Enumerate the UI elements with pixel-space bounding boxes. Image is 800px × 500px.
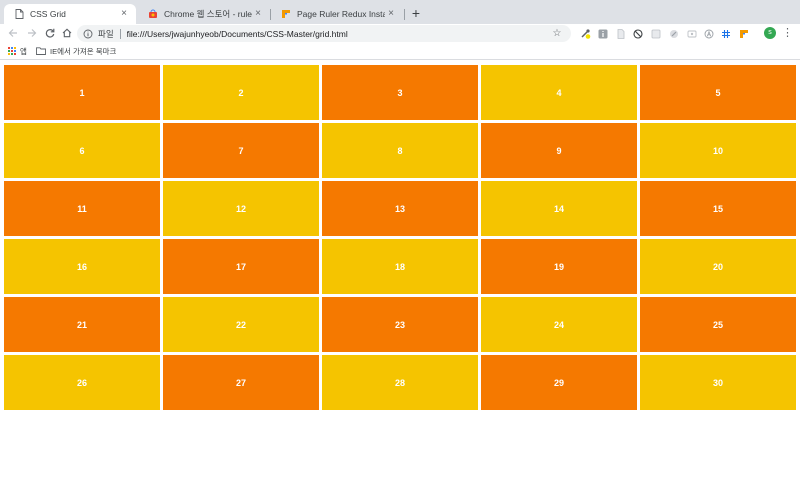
home-icon [62,28,72,38]
tab-chrome-web-store[interactable]: Chrome 웹 스토어 - ruler × [138,4,270,24]
toggle-extension-icon[interactable] [668,28,679,39]
grid-item: 28 [322,355,478,410]
window-extension-icon[interactable] [686,28,697,39]
url-text[interactable]: file:///Users/jwajunhyeob/Documents/CSS-… [127,29,551,39]
css-grid-container: 1 2 3 4 5 6 7 8 9 10 11 12 13 14 15 16 17 18 19 20 21 22 23 24 2… [4,65,796,410]
tab-close-icon[interactable]: × [252,8,264,20]
grid-item: 6 [4,123,160,178]
info-icon[interactable] [83,29,93,39]
reload-button[interactable] [42,25,58,41]
grid-item: 15 [640,181,796,236]
grid-item: 27 [163,355,319,410]
circle-a-extension-icon[interactable] [703,28,714,39]
grid-item: 21 [4,297,160,352]
document-icon [14,9,24,19]
tab-close-icon[interactable]: × [118,8,130,20]
blocked-extension-icon[interactable] [632,28,643,39]
grid-item: 30 [640,355,796,410]
grid-item: 24 [481,297,637,352]
page-ruler-extension-icon[interactable] [738,28,749,39]
folder-icon [36,47,46,55]
grid-item: 9 [481,123,637,178]
tab-separator [404,9,405,20]
color-picker-extension-icon[interactable] [580,28,591,39]
grid-item: 25 [640,297,796,352]
grid-item: 4 [481,65,637,120]
tab-title: CSS Grid [30,9,66,19]
forward-arrow-icon [28,29,37,37]
tab-page-ruler[interactable]: Page Ruler Redux Installed × [271,4,403,24]
apps-grid-icon [8,47,16,55]
tab-title: Page Ruler Redux Installed [297,9,385,19]
page-viewport: 1 2 3 4 5 6 7 8 9 10 11 12 13 14 15 16 17 18 19 20 21 22 23 24 2… [0,61,800,500]
address-bar[interactable]: 파일 file:///Users/jwajunhyeob/Documents/C… [77,25,571,42]
grid-item: 18 [322,239,478,294]
grid-item: 10 [640,123,796,178]
grid-item: 2 [163,65,319,120]
back-button[interactable] [5,25,21,41]
grid-item: 14 [481,181,637,236]
profile-avatar[interactable]: s [764,27,776,39]
bookmarks-bar: 앱 IE에서 가져온 북마크 [0,43,800,60]
grid-item: 1 [4,65,160,120]
tab-close-icon[interactable]: × [385,8,397,20]
grid-item: 19 [481,239,637,294]
tab-strip: CSS Grid × Chrome 웹 스토어 - ruler × Page R… [0,0,800,24]
page-ruler-icon [281,9,291,19]
grid-item: 12 [163,181,319,236]
bookmark-apps[interactable]: 앱 [8,45,27,57]
bookmark-star-icon[interactable]: ☆ [551,28,563,39]
info-extension-icon[interactable] [597,28,608,39]
grid-item: 11 [4,181,160,236]
grid-item: 5 [640,65,796,120]
bookmark-ie-folder[interactable]: IE에서 가져온 북마크 [36,45,116,57]
address-divider [119,28,121,39]
chrome-web-store-icon [148,9,158,19]
grid-item: 23 [322,297,478,352]
grid-item: 17 [163,239,319,294]
grid-item: 16 [4,239,160,294]
square-extension-icon[interactable] [650,28,661,39]
scheme-label: 파일 [98,28,114,39]
grid-hash-extension-icon[interactable] [720,28,731,39]
grid-item: 13 [322,181,478,236]
browser-menu-icon[interactable]: ⋮ [782,26,793,40]
grid-item: 8 [322,123,478,178]
grid-item: 3 [322,65,478,120]
document-extension-icon[interactable] [615,28,626,39]
grid-item: 29 [481,355,637,410]
new-tab-button[interactable]: + [408,5,424,21]
tab-css-grid[interactable]: CSS Grid × [4,4,136,24]
grid-item: 7 [163,123,319,178]
forward-button[interactable] [24,25,40,41]
browser-toolbar: 파일 file:///Users/jwajunhyeob/Documents/C… [0,24,800,43]
grid-item: 22 [163,297,319,352]
grid-item: 20 [640,239,796,294]
bookmark-label: 앱 [20,46,27,56]
tab-title: Chrome 웹 스토어 - ruler [164,9,252,19]
reload-icon [45,28,55,38]
bookmark-label: IE에서 가져온 북마크 [50,46,117,56]
grid-item: 26 [4,355,160,410]
home-button[interactable] [59,25,75,41]
back-arrow-icon [8,29,17,37]
